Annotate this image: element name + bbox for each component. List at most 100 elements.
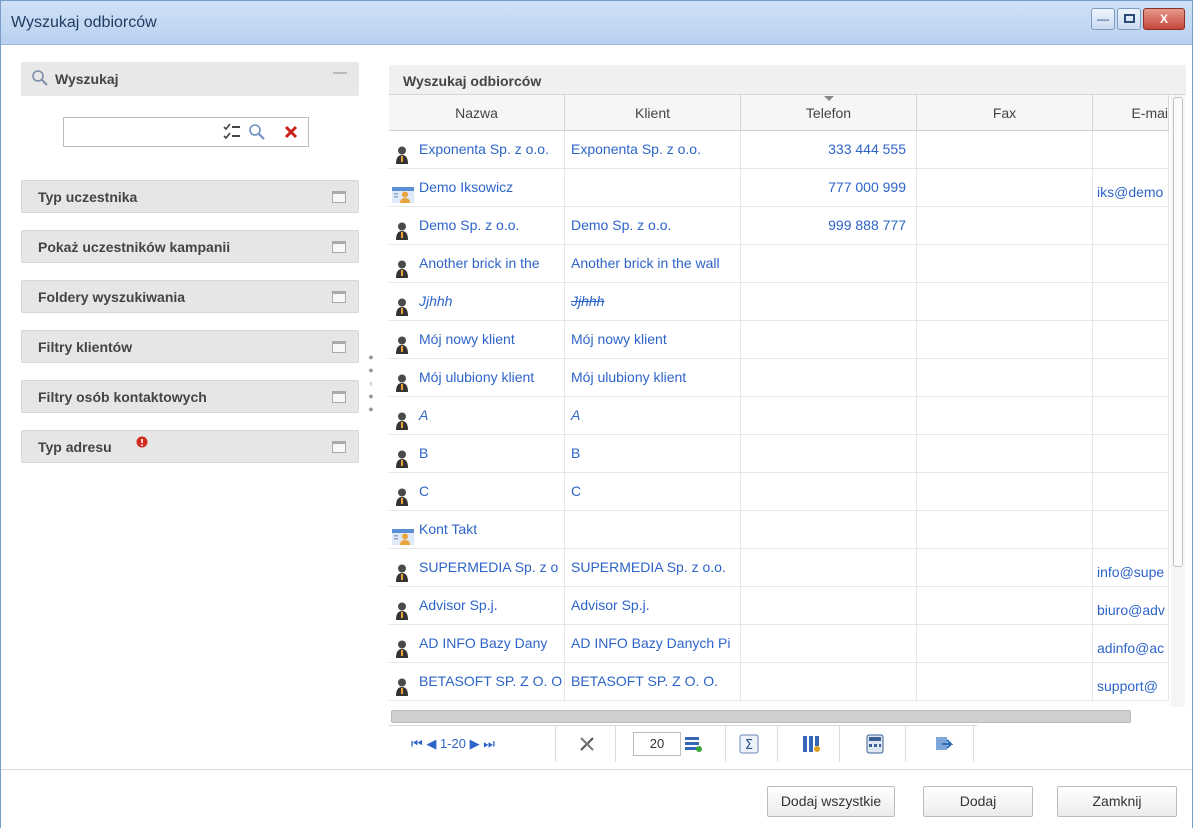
next-page-icon[interactable]: ▶ <box>470 736 480 751</box>
cell-text: Mój ulubiony klient <box>419 369 535 385</box>
column-header-email[interactable]: E-mai <box>1093 95 1169 131</box>
cell-name[interactable]: Advisor Sp.j. <box>389 587 565 625</box>
table-row[interactable]: Mój nowy klient Mój nowy klient <box>389 321 1169 359</box>
table-row[interactable]: Advisor Sp.j. Advisor Sp.j. biuro@adv <box>389 587 1169 625</box>
cell-text: Demo Iksowicz <box>419 179 514 195</box>
clear-icon[interactable] <box>284 125 298 139</box>
contact-card-icon <box>392 180 414 203</box>
vertical-scroll-thumb[interactable] <box>1173 97 1183 567</box>
cell-name[interactable]: Exponenta Sp. z o.o. <box>389 131 565 169</box>
page-range: 1-20 <box>439 736 466 751</box>
table-row[interactable]: SUPERMEDIA Sp. z o SUPERMEDIA Sp. z o.o. i… <box>389 549 1169 587</box>
collapse-icon[interactable] <box>333 72 347 74</box>
cell-email <box>1093 207 1169 245</box>
table-row[interactable]: Kont Takt <box>389 511 1169 549</box>
checklist-icon[interactable] <box>222 123 242 141</box>
prev-page-icon[interactable]: ◀ <box>426 736 436 751</box>
page-size-input[interactable]: 20 <box>633 732 681 756</box>
page-size-apply-icon[interactable] <box>683 734 703 754</box>
cell-name[interactable]: AD INFO Bazy Dany <box>389 625 565 663</box>
tools-icon[interactable] <box>577 734 597 754</box>
cell-fax <box>917 511 1093 549</box>
cell-text: C <box>419 483 430 499</box>
add-button[interactable]: Dodaj <box>923 786 1033 817</box>
client-icon <box>395 559 409 582</box>
cell-text: info@supe <box>1097 564 1165 580</box>
cell-client: Another brick in the wall <box>565 245 741 283</box>
cell-name[interactable]: Demo Sp. z o.o. <box>389 207 565 245</box>
cell-name[interactable]: SUPERMEDIA Sp. z o <box>389 549 565 587</box>
cell-fax <box>917 397 1093 435</box>
table-row[interactable]: Demo Iksowicz 777 000 999 iks@demo <box>389 169 1169 207</box>
table-row[interactable]: AD INFO Bazy Dany AD INFO Bazy Danych Pi a… <box>389 625 1169 663</box>
cell-text: Demo Sp. z o.o. <box>571 217 672 233</box>
filter-panel: Wyszukaj Typ uczestnika Pokaż uczestnikó… <box>11 56 361 761</box>
cell-text: BETASOFT SP. Z O. O. <box>571 673 719 689</box>
accordion-participant-type[interactable]: Typ uczestnika <box>21 180 359 213</box>
calculator-icon[interactable] <box>865 734 885 754</box>
cell-fax <box>917 245 1093 283</box>
table-row[interactable]: Exponenta Sp. z o.o. Exponenta Sp. z o.o.… <box>389 131 1169 169</box>
cell-name[interactable]: B <box>389 435 565 473</box>
table-row[interactable]: AA <box>389 397 1169 435</box>
column-header-phone[interactable]: Telefon <box>741 95 917 131</box>
table-row[interactable]: BETASOFT SP. Z O. O BETASOFT SP. Z O. O. s… <box>389 663 1169 701</box>
vertical-scrollbar[interactable] <box>1171 95 1185 707</box>
search-section-header[interactable]: Wyszukaj <box>21 62 359 96</box>
accordion-search-folders[interactable]: Foldery wyszukiwania <box>21 280 359 313</box>
minimize-button[interactable]: — <box>1091 8 1115 30</box>
search-input[interactable] <box>66 120 216 144</box>
accordion-label: Filtry osób kontaktowych <box>38 389 207 405</box>
column-header-name[interactable]: Nazwa <box>389 95 565 131</box>
toolbar-separator <box>973 726 974 762</box>
toolbar-separator <box>615 726 616 762</box>
cell-text: BETASOFT SP. Z O. O <box>419 673 563 689</box>
grid-title: Wyszukaj odbiorców <box>403 73 542 89</box>
horizontal-scrollbar[interactable] <box>391 710 1131 723</box>
accordion-client-filters[interactable]: Filtry klientów <box>21 330 359 363</box>
maximize-button[interactable] <box>1117 8 1141 30</box>
cell-text: Kont Takt <box>419 521 478 537</box>
cell-phone: 999 888 777 <box>741 207 917 245</box>
last-page-icon[interactable]: ⏭ <box>483 736 495 751</box>
cell-fax <box>917 359 1093 397</box>
accordion-campaign-participants[interactable]: Pokaż uczestników kampanii <box>21 230 359 263</box>
cell-name[interactable]: Mój ulubiony klient <box>389 359 565 397</box>
column-header-client[interactable]: Klient <box>565 95 741 131</box>
close-button[interactable]: Zamknij <box>1057 786 1177 817</box>
table-row[interactable]: BB <box>389 435 1169 473</box>
cell-name[interactable]: BETASOFT SP. Z O. O <box>389 663 565 701</box>
cell-text: Advisor Sp.j. <box>419 597 498 613</box>
table-row[interactable]: Demo Sp. z o.o. Demo Sp. z o.o. 999 888 77… <box>389 207 1169 245</box>
cell-name[interactable]: Kont Takt <box>389 511 565 549</box>
column-header-fax[interactable]: Fax <box>917 95 1093 131</box>
cell-name[interactable]: C <box>389 473 565 511</box>
table-row[interactable]: Another brick in the Another brick in the… <box>389 245 1169 283</box>
search-run-icon[interactable] <box>248 123 266 141</box>
table-row[interactable]: Mój ulubiony klient Mój ulubiony klient <box>389 359 1169 397</box>
accordion-contact-filters[interactable]: Filtry osób kontaktowych <box>21 380 359 413</box>
cell-name[interactable]: A <box>389 397 565 435</box>
client-icon <box>395 255 409 278</box>
cell-name[interactable]: Jjhhh <box>389 283 565 321</box>
accordion-address-type[interactable]: Typ adresu <box>21 430 359 463</box>
panel-splitter-handle[interactable]: ● ● ‹ ● ● <box>365 351 377 446</box>
table-row[interactable]: Jjhhh Jjhhh <box>389 283 1169 321</box>
close-window-button[interactable]: X <box>1143 8 1185 30</box>
cell-phone <box>741 245 917 283</box>
grid-rows: Exponenta Sp. z o.o. Exponenta Sp. z o.o.… <box>389 131 1169 709</box>
cell-name[interactable]: Another brick in the <box>389 245 565 283</box>
columns-icon[interactable] <box>801 734 821 754</box>
cell-name[interactable]: Demo Iksowicz <box>389 169 565 207</box>
add-all-button[interactable]: Dodaj wszystkie <box>767 786 895 817</box>
cell-name[interactable]: Mój nowy klient <box>389 321 565 359</box>
cell-fax <box>917 283 1093 321</box>
cell-client: Demo Sp. z o.o. <box>565 207 741 245</box>
sum-icon[interactable]: Σ <box>739 734 759 754</box>
dialog-footer: Dodaj wszystkie Dodaj Zamknij <box>1 769 1192 828</box>
export-icon[interactable] <box>933 734 953 754</box>
cell-text: SUPERMEDIA Sp. z o <box>419 559 559 575</box>
table-row[interactable]: CC <box>389 473 1169 511</box>
cell-phone <box>741 359 917 397</box>
first-page-icon[interactable]: ⏮ <box>411 736 423 751</box>
